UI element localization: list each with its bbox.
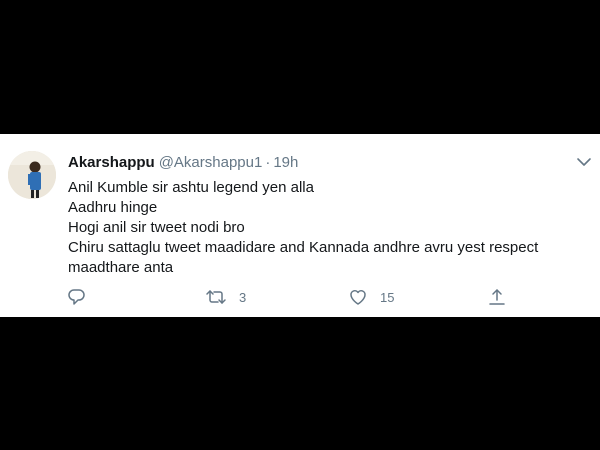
tweet-text: Anil Kumble sir ashtu legend yen alla Aa… bbox=[68, 178, 588, 278]
tweet-header: Akarshappu @Akarshappu1 · 19h bbox=[68, 154, 298, 171]
timestamp[interactable]: 19h bbox=[273, 154, 298, 171]
retweet-button[interactable]: 3 bbox=[205, 288, 246, 306]
tweet-line: maadthare anta bbox=[68, 259, 174, 276]
share-button[interactable] bbox=[487, 288, 507, 306]
reply-icon bbox=[66, 288, 86, 306]
retweet-count: 3 bbox=[239, 289, 247, 305]
display-name[interactable]: Akarshappu bbox=[68, 154, 155, 171]
reply-button[interactable] bbox=[66, 288, 86, 306]
tweet-line: Aadhru hinge bbox=[68, 199, 158, 216]
tweet-actions: 3 15 bbox=[0, 288, 600, 308]
chevron-down-icon[interactable] bbox=[574, 154, 594, 170]
tweet-line: Chiru sattaglu tweet maadidare and Kanna… bbox=[68, 239, 539, 256]
tweet-line: Hogi anil sir tweet nodi bro bbox=[68, 219, 245, 236]
tweet-card[interactable]: Akarshappu @Akarshappu1 · 19h Anil Kumble s… bbox=[0, 134, 600, 317]
like-icon bbox=[348, 288, 368, 306]
screenshot-frame: Akarshappu @Akarshappu1 · 19h Anil Kumble s… bbox=[0, 0, 600, 450]
avatar[interactable] bbox=[8, 151, 56, 199]
tweet-line: Anil Kumble sir ashtu legend yen alla bbox=[68, 179, 314, 196]
like-count: 15 bbox=[380, 289, 395, 305]
user-handle[interactable]: @Akarshappu1 bbox=[159, 154, 263, 171]
separator-dot: · bbox=[265, 154, 271, 171]
retweet-icon bbox=[205, 288, 227, 306]
share-icon bbox=[487, 288, 507, 306]
like-button[interactable]: 15 bbox=[348, 288, 394, 306]
